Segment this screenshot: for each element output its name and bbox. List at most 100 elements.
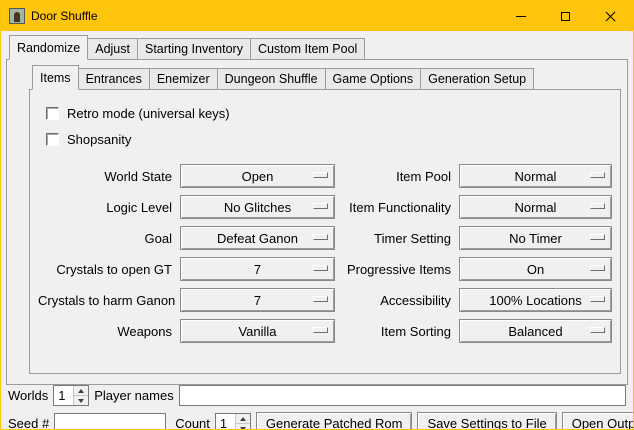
chevron-up-icon: [240, 417, 246, 421]
minimize-icon: [516, 16, 526, 17]
item-functionality-dropdown[interactable]: Normal: [459, 195, 612, 219]
minimize-button[interactable]: [498, 1, 543, 31]
count-stepper[interactable]: 1: [215, 413, 251, 430]
tab-game-options[interactable]: Game Options: [325, 68, 422, 89]
item-pool-label: Item Pool: [337, 169, 457, 184]
accessibility-label: Accessibility: [337, 293, 457, 308]
player-names-label: Player names: [94, 388, 173, 403]
accessibility-value: 100% Locations: [489, 293, 582, 308]
item-pool-dropdown[interactable]: Normal: [459, 164, 612, 188]
logic-level-value: No Glitches: [224, 200, 291, 215]
chevron-down-icon: [78, 399, 84, 403]
timer-setting-dropdown[interactable]: No Timer: [459, 226, 612, 250]
weapons-dropdown[interactable]: Vanilla: [180, 319, 335, 343]
tab-entrances[interactable]: Entrances: [78, 68, 150, 89]
tab-enemizer[interactable]: Enemizer: [149, 68, 218, 89]
item-sorting-label: Item Sorting: [337, 324, 457, 339]
tab-randomize[interactable]: Randomize: [9, 35, 88, 60]
chevron-up-icon: [78, 389, 84, 393]
dropdown-indicator-icon: [313, 327, 328, 333]
retro-mode-label: Retro mode (universal keys): [67, 106, 230, 121]
maximize-icon: [561, 12, 570, 21]
dropdown-indicator-icon: [313, 296, 328, 302]
count-label: Count: [175, 416, 210, 430]
weapons-value: Vanilla: [238, 324, 276, 339]
save-settings-button[interactable]: Save Settings to File: [417, 412, 556, 430]
tab-items[interactable]: Items: [32, 65, 79, 90]
goal-value: Defeat Ganon: [217, 231, 298, 246]
tab-generation-setup[interactable]: Generation Setup: [420, 68, 534, 89]
randomize-tab-panel: Items Entrances Enemizer Dungeon Shuffle…: [6, 59, 628, 385]
accessibility-dropdown[interactable]: 100% Locations: [459, 288, 612, 312]
window-title: Door Shuffle: [31, 9, 98, 23]
options-grid: World State Open Item Pool Normal Logic …: [38, 164, 612, 343]
goal-dropdown[interactable]: Defeat Ganon: [180, 226, 335, 250]
worlds-stepper-arrows: [73, 386, 88, 405]
count-stepper-arrows: [235, 414, 250, 430]
tab-starting-inventory[interactable]: Starting Inventory: [137, 38, 251, 59]
seed-input[interactable]: [54, 413, 166, 430]
progressive-items-dropdown[interactable]: On: [459, 257, 612, 281]
world-state-dropdown[interactable]: Open: [180, 164, 335, 188]
close-button[interactable]: [588, 1, 633, 31]
seed-label: Seed #: [8, 416, 49, 430]
retro-mode-checkbox[interactable]: [46, 107, 59, 120]
logic-level-dropdown[interactable]: No Glitches: [180, 195, 335, 219]
crystals-harm-ganon-value: 7: [254, 293, 261, 308]
spin-up-button[interactable]: [74, 386, 88, 395]
shopsanity-checkbox[interactable]: [46, 133, 59, 146]
maximize-button[interactable]: [543, 1, 588, 31]
item-sorting-dropdown[interactable]: Balanced: [459, 319, 612, 343]
item-pool-value: Normal: [515, 169, 557, 184]
chevron-down-icon: [240, 427, 246, 430]
tab-custom-item-pool[interactable]: Custom Item Pool: [250, 38, 365, 59]
crystals-open-gt-label: Crystals to open GT: [38, 262, 178, 277]
dropdown-indicator-icon: [313, 234, 328, 240]
player-names-input[interactable]: [179, 385, 626, 406]
window-controls: [498, 1, 633, 31]
worlds-stepper[interactable]: 1: [53, 385, 89, 406]
dropdown-indicator-icon: [590, 172, 605, 178]
dropdown-indicator-icon: [590, 234, 605, 240]
items-tab-panel: Retro mode (universal keys) Shopsanity W…: [29, 89, 621, 374]
world-state-value: Open: [242, 169, 274, 184]
retro-mode-row: Retro mode (universal keys): [46, 102, 612, 124]
dropdown-indicator-icon: [590, 265, 605, 271]
spin-up-button[interactable]: [236, 414, 250, 423]
generate-patched-rom-button[interactable]: Generate Patched Rom: [256, 412, 413, 430]
shopsanity-label: Shopsanity: [67, 132, 131, 147]
open-output-directory-button[interactable]: Open Output Directory: [562, 412, 634, 430]
weapons-label: Weapons: [38, 324, 178, 339]
item-sorting-value: Balanced: [508, 324, 562, 339]
inner-notebook: Items Entrances Enemizer Dungeon Shuffle…: [29, 65, 621, 374]
worlds-value: 1: [54, 386, 73, 405]
logic-level-label: Logic Level: [38, 200, 178, 215]
item-functionality-value: Normal: [515, 200, 557, 215]
crystals-open-gt-value: 7: [254, 262, 261, 277]
window-body: Randomize Adjust Starting Inventory Cust…: [1, 31, 633, 430]
spin-down-button[interactable]: [74, 395, 88, 405]
spin-down-button[interactable]: [236, 423, 250, 430]
title-bar: Door Shuffle: [1, 1, 633, 31]
dropdown-indicator-icon: [313, 172, 328, 178]
dropdown-indicator-icon: [590, 203, 605, 209]
seed-row: Seed # Count 1 Generate Patched Rom Save…: [6, 412, 628, 430]
bottom-controls: Worlds 1 Player names Seed # Count 1: [6, 385, 628, 430]
goal-label: Goal: [38, 231, 178, 246]
close-icon: [605, 11, 616, 22]
tab-dungeon-shuffle[interactable]: Dungeon Shuffle: [217, 68, 326, 89]
tab-adjust[interactable]: Adjust: [87, 38, 138, 59]
worlds-row: Worlds 1 Player names: [6, 385, 628, 406]
dropdown-indicator-icon: [313, 265, 328, 271]
world-state-label: World State: [38, 169, 178, 184]
crystals-harm-ganon-label: Crystals to harm Ganon: [38, 293, 178, 308]
outer-tab-bar: Randomize Adjust Starting Inventory Cust…: [9, 35, 628, 59]
progressive-items-label: Progressive Items: [337, 262, 457, 277]
worlds-label: Worlds: [8, 388, 48, 403]
timer-setting-label: Timer Setting: [337, 231, 457, 246]
crystals-harm-ganon-dropdown[interactable]: 7: [180, 288, 335, 312]
crystals-open-gt-dropdown[interactable]: 7: [180, 257, 335, 281]
dropdown-indicator-icon: [590, 296, 605, 302]
item-functionality-label: Item Functionality: [337, 200, 457, 215]
shopsanity-row: Shopsanity: [46, 128, 612, 150]
